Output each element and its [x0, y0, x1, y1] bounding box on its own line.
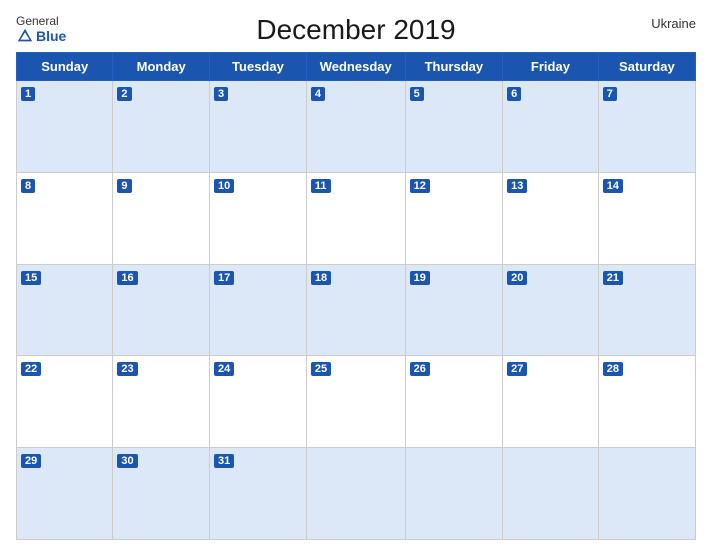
calendar-day-cell — [405, 448, 502, 540]
logo-icon — [16, 27, 34, 45]
calendar-day-cell: 4 — [306, 81, 405, 173]
calendar-week-row: 15 16 17 18 19 20 21 — [17, 264, 696, 356]
day-number: 2 — [117, 87, 131, 101]
day-number: 20 — [507, 271, 527, 285]
weekday-header-cell: Thursday — [405, 53, 502, 81]
weekday-header-cell: Sunday — [17, 53, 113, 81]
calendar-day-cell: 14 — [598, 172, 695, 264]
day-number: 19 — [410, 271, 430, 285]
calendar-day-cell: 22 — [17, 356, 113, 448]
day-number: 26 — [410, 362, 430, 376]
weekday-header-cell: Monday — [113, 53, 210, 81]
day-number: 5 — [410, 87, 424, 101]
calendar-day-cell: 10 — [210, 172, 307, 264]
calendar-day-cell — [598, 448, 695, 540]
calendar-day-cell: 2 — [113, 81, 210, 173]
day-number: 16 — [117, 271, 137, 285]
calendar-day-cell: 13 — [503, 172, 599, 264]
weekday-header-cell: Friday — [503, 53, 599, 81]
day-number: 12 — [410, 179, 430, 193]
calendar-day-cell: 12 — [405, 172, 502, 264]
day-number: 18 — [311, 271, 331, 285]
day-number: 4 — [311, 87, 325, 101]
month-title: December 2019 — [256, 14, 455, 46]
calendar-day-cell — [503, 448, 599, 540]
day-number: 14 — [603, 179, 623, 193]
calendar-day-cell: 7 — [598, 81, 695, 173]
calendar-day-cell: 23 — [113, 356, 210, 448]
calendar-day-cell: 16 — [113, 264, 210, 356]
day-number: 7 — [603, 87, 617, 101]
calendar-day-cell: 6 — [503, 81, 599, 173]
calendar-week-row: 22 23 24 25 26 27 28 — [17, 356, 696, 448]
day-number: 15 — [21, 271, 41, 285]
day-number: 1 — [21, 87, 35, 101]
calendar-day-cell: 21 — [598, 264, 695, 356]
calendar-day-cell — [306, 448, 405, 540]
day-number: 31 — [214, 454, 234, 468]
day-number: 27 — [507, 362, 527, 376]
calendar-day-cell: 27 — [503, 356, 599, 448]
country-label: Ukraine — [651, 16, 696, 31]
calendar-week-row: 29 30 31 — [17, 448, 696, 540]
calendar-week-row: 1 2 3 4 5 6 7 — [17, 81, 696, 173]
day-number: 29 — [21, 454, 41, 468]
calendar-day-cell: 20 — [503, 264, 599, 356]
weekday-header-cell: Saturday — [598, 53, 695, 81]
day-number: 25 — [311, 362, 331, 376]
calendar-day-cell: 1 — [17, 81, 113, 173]
calendar-day-cell: 26 — [405, 356, 502, 448]
day-number: 6 — [507, 87, 521, 101]
weekday-header-row: SundayMondayTuesdayWednesdayThursdayFrid… — [17, 53, 696, 81]
calendar-day-cell: 15 — [17, 264, 113, 356]
day-number: 8 — [21, 179, 35, 193]
day-number: 30 — [117, 454, 137, 468]
day-number: 10 — [214, 179, 234, 193]
calendar-header: General Blue December 2019 Ukraine — [16, 10, 696, 46]
day-number: 22 — [21, 362, 41, 376]
day-number: 28 — [603, 362, 623, 376]
calendar-day-cell: 18 — [306, 264, 405, 356]
logo-blue-text: Blue — [16, 27, 66, 45]
weekday-header-cell: Tuesday — [210, 53, 307, 81]
calendar-day-cell: 5 — [405, 81, 502, 173]
calendar-day-cell: 30 — [113, 448, 210, 540]
day-number: 17 — [214, 271, 234, 285]
weekday-header-cell: Wednesday — [306, 53, 405, 81]
calendar-day-cell: 11 — [306, 172, 405, 264]
logo: General Blue — [16, 15, 66, 45]
logo-general-text: General — [16, 15, 59, 27]
calendar-day-cell: 8 — [17, 172, 113, 264]
day-number: 24 — [214, 362, 234, 376]
calendar-body: 1234567891011121314151617181920212223242… — [17, 81, 696, 540]
calendar-day-cell: 29 — [17, 448, 113, 540]
calendar-day-cell: 24 — [210, 356, 307, 448]
calendar-week-row: 8 9 10 11 12 13 14 — [17, 172, 696, 264]
day-number: 21 — [603, 271, 623, 285]
day-number: 11 — [311, 179, 331, 193]
calendar-day-cell: 19 — [405, 264, 502, 356]
day-number: 3 — [214, 87, 228, 101]
day-number: 9 — [117, 179, 131, 193]
calendar-day-cell: 25 — [306, 356, 405, 448]
calendar-day-cell: 9 — [113, 172, 210, 264]
calendar-day-cell: 17 — [210, 264, 307, 356]
calendar-day-cell: 31 — [210, 448, 307, 540]
day-number: 23 — [117, 362, 137, 376]
calendar-day-cell: 28 — [598, 356, 695, 448]
calendar-table: SundayMondayTuesdayWednesdayThursdayFrid… — [16, 52, 696, 540]
day-number: 13 — [507, 179, 527, 193]
calendar-day-cell: 3 — [210, 81, 307, 173]
